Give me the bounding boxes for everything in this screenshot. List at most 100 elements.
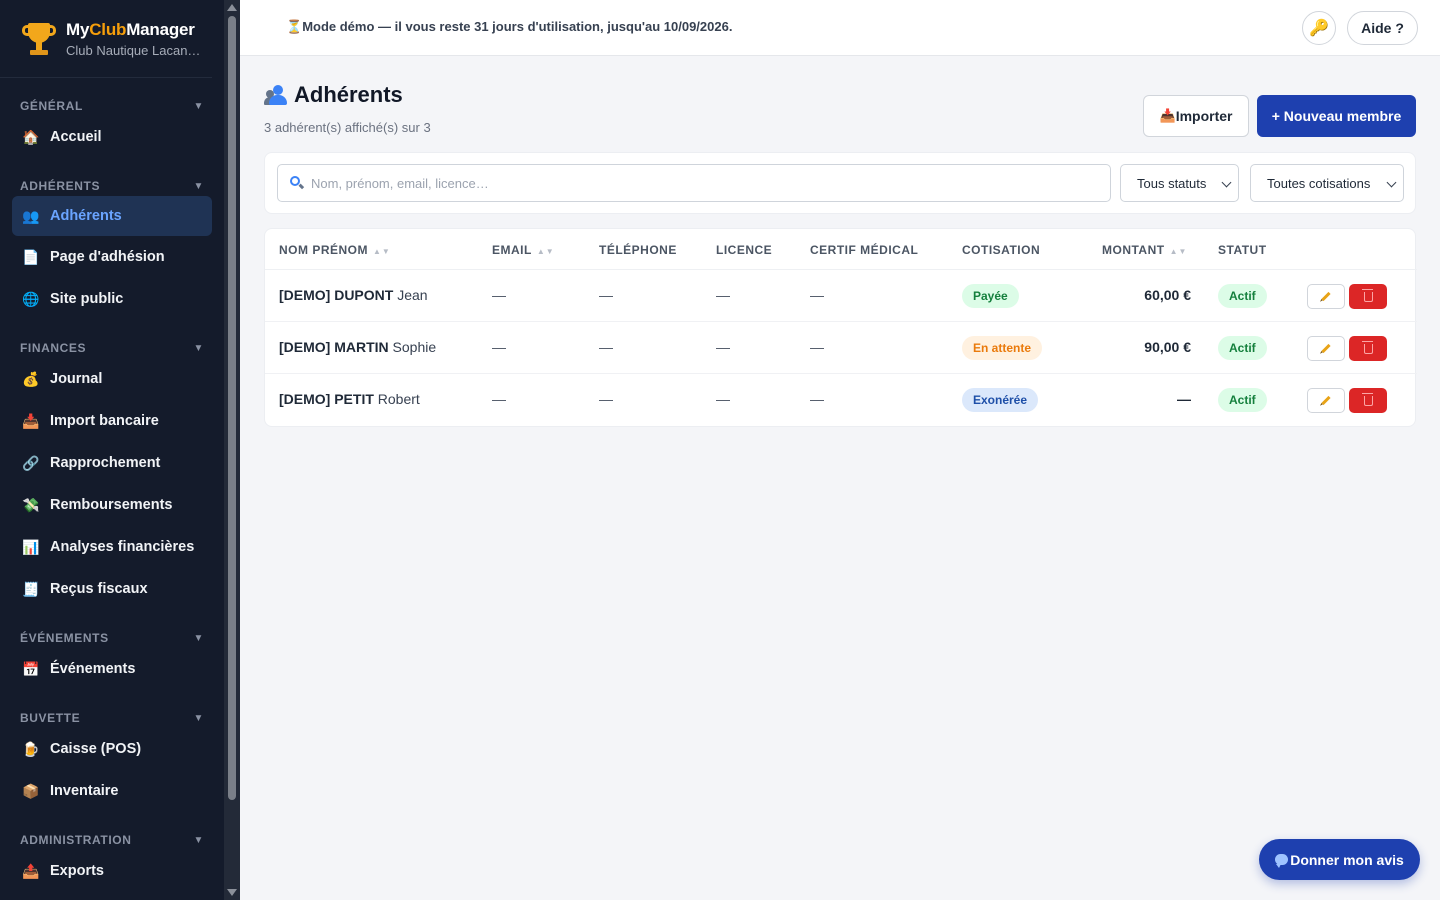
speech-bubble-icon [1275, 854, 1289, 868]
member-phone: — [599, 339, 613, 355]
sidebar-section-header[interactable]: ÉVÉNEMENTS ▼ [0, 610, 224, 648]
sidebar-item-import-bancaire[interactable]: 📥 Import bancaire [0, 400, 224, 442]
search-icon [290, 176, 305, 190]
sidebar-item-inventaire[interactable]: 📦 Inventaire [0, 770, 224, 812]
page-header: Adhérents [264, 82, 403, 108]
sidebar-item-rapprochement[interactable]: 🔗 Rapprochement [0, 442, 224, 484]
sidebar-item-reçus-fiscaux[interactable]: 🧾 Reçus fiscaux [0, 568, 224, 610]
sidebar-item-accueil[interactable]: 🏠 Accueil [0, 116, 224, 158]
edit-button[interactable] [1307, 388, 1345, 413]
edit-button[interactable] [1307, 284, 1345, 309]
demo-notice: ⏳Mode démo — il vous reste 31 jours d'ut… [286, 19, 733, 34]
sidebar-scrollbar[interactable] [224, 0, 240, 900]
sidebar-section-title: FINANCES [20, 341, 87, 355]
house-icon: 🏠 [22, 128, 40, 145]
scroll-down-arrow-icon[interactable] [227, 889, 237, 896]
brand[interactable]: MyClubManager Club Nautique Lacan… [0, 0, 212, 78]
delete-button[interactable] [1349, 336, 1387, 361]
member-amount: 90,00 € [1144, 339, 1191, 355]
sidebar-item-label: Rapprochement [50, 455, 161, 471]
members-count: 3 adhérent(s) affiché(s) sur 3 [264, 120, 431, 135]
import-button[interactable]: 📥 Importer [1143, 95, 1249, 137]
sidebar-item-label: Analyses financières [50, 539, 195, 555]
status-badge: Actif [1218, 336, 1267, 360]
sort-icon: ▲▼ [536, 247, 555, 256]
member-name: [DEMO] DUPONT Jean [279, 287, 428, 303]
sidebar-item-label: Page d'adhésion [50, 249, 165, 265]
sidebar-section-header[interactable]: BUVETTE ▼ [0, 690, 224, 728]
table-row[interactable]: [DEMO] PETIT Robert — — — — Exonérée — A… [265, 374, 1417, 426]
sidebar-item-label: Accueil [50, 129, 102, 145]
chevron-down-icon [1221, 177, 1232, 188]
sidebar-item-label: Événements [50, 661, 136, 677]
sidebar-item-événements[interactable]: 📅 Événements [0, 648, 224, 690]
sidebar-section-title: ADHÉRENTS [20, 179, 101, 193]
column-header-cotisation: COTISATION [962, 243, 1041, 257]
sidebar-section-title: ADMINISTRATION [20, 833, 132, 847]
sidebar-item-adhérents[interactable]: 👥 Adhérents [12, 196, 212, 236]
sidebar-item-exports[interactable]: 📤 Exports [0, 850, 224, 892]
sidebar-item-label: Exports [50, 863, 104, 879]
edit-button[interactable] [1307, 336, 1345, 361]
sidebar-section-header[interactable]: ADHÉRENTS ▼ [0, 158, 224, 196]
sidebar-item-page-d-adhésion[interactable]: 📄 Page d'adhésion [0, 236, 224, 278]
inbox-download-icon: 📥 [22, 412, 40, 429]
receipt-icon: 🧾 [22, 580, 40, 597]
trash-icon [1362, 288, 1373, 302]
scrollbar-thumb[interactable] [228, 16, 236, 800]
column-header-email[interactable]: EMAIL ▲▼ [492, 243, 555, 257]
feedback-button[interactable]: Donner mon avis [1259, 839, 1420, 880]
scroll-up-arrow-icon[interactable] [227, 4, 237, 11]
delete-button[interactable] [1349, 388, 1387, 413]
table-row[interactable]: [DEMO] DUPONT Jean — — — — Payée 60,00 €… [265, 270, 1417, 322]
pencil-icon [1321, 343, 1331, 354]
sidebar-item-label: Journal [50, 371, 103, 387]
sidebar-section-header[interactable]: GÉNÉRAL ▼ [0, 78, 224, 116]
sidebar-item-label: Reçus fiscaux [50, 581, 148, 597]
delete-button[interactable] [1349, 284, 1387, 309]
outbox-upload-icon: 📤 [22, 862, 40, 879]
status-filter-select[interactable]: Tous statuts [1120, 164, 1239, 202]
column-header-amount[interactable]: MONTANT ▲▼ [1102, 243, 1187, 257]
sidebar-item-caisse-pos[interactable]: 🍺 Caisse (POS) [0, 728, 224, 770]
table-row[interactable]: [DEMO] MARTIN Sophie — — — — En attente … [265, 322, 1417, 374]
club-name: Club Nautique Lacan… [66, 42, 201, 58]
member-license: — [716, 391, 730, 407]
sidebar-section-header[interactable]: FINANCES ▼ [0, 320, 224, 358]
sidebar-item-journal[interactable]: 💰 Journal [0, 358, 224, 400]
sort-icon: ▲▼ [1169, 247, 1188, 256]
new-member-button[interactable]: + Nouveau membre [1257, 95, 1416, 137]
caret-down-icon: ▼ [193, 180, 204, 192]
hourglass-icon: ⏳ [286, 19, 303, 34]
sidebar-item-site-public[interactable]: 🌐 Site public [0, 278, 224, 320]
sidebar-item-label: Caisse (POS) [50, 741, 142, 757]
trash-icon [1362, 392, 1373, 406]
search-input[interactable]: Nom, prénom, email, licence… [277, 164, 1111, 202]
cotisation-filter-select[interactable]: Toutes cotisations [1250, 164, 1404, 202]
sort-icon: ▲▼ [373, 247, 391, 256]
sidebar-item-remboursements[interactable]: 💸 Remboursements [0, 484, 224, 526]
member-license: — [716, 287, 730, 303]
sidebar-section-header[interactable]: ADMINISTRATION ▼ [0, 812, 224, 850]
sidebar-section-title: GÉNÉRAL [20, 99, 83, 113]
license-key-button[interactable]: 🔑 [1302, 11, 1336, 45]
inbox-download-icon: 📥 [1159, 108, 1176, 123]
help-button[interactable]: Aide ? [1347, 11, 1418, 45]
column-header-status: STATUT [1218, 243, 1267, 257]
beer-icon: 🍺 [22, 740, 40, 757]
sidebar-item-label: Site public [50, 291, 124, 307]
member-license: — [716, 339, 730, 355]
users-icon [264, 84, 288, 106]
sidebar-item-analyses-financières[interactable]: 📊 Analyses financières [0, 526, 224, 568]
member-medical: — [810, 339, 824, 355]
column-header-name[interactable]: NOM PRÉNOM ▲▼ [279, 243, 391, 257]
member-phone: — [599, 391, 613, 407]
cotisation-badge: Payée [962, 284, 1019, 308]
topbar: ⏳Mode démo — il vous reste 31 jours d'ut… [240, 0, 1440, 56]
status-badge: Actif [1218, 388, 1267, 412]
member-amount: — [1177, 391, 1191, 407]
member-email: — [492, 287, 506, 303]
pencil-icon [1321, 291, 1331, 302]
sidebar-item-label: Adhérents [50, 208, 122, 224]
caret-down-icon: ▼ [193, 712, 204, 724]
